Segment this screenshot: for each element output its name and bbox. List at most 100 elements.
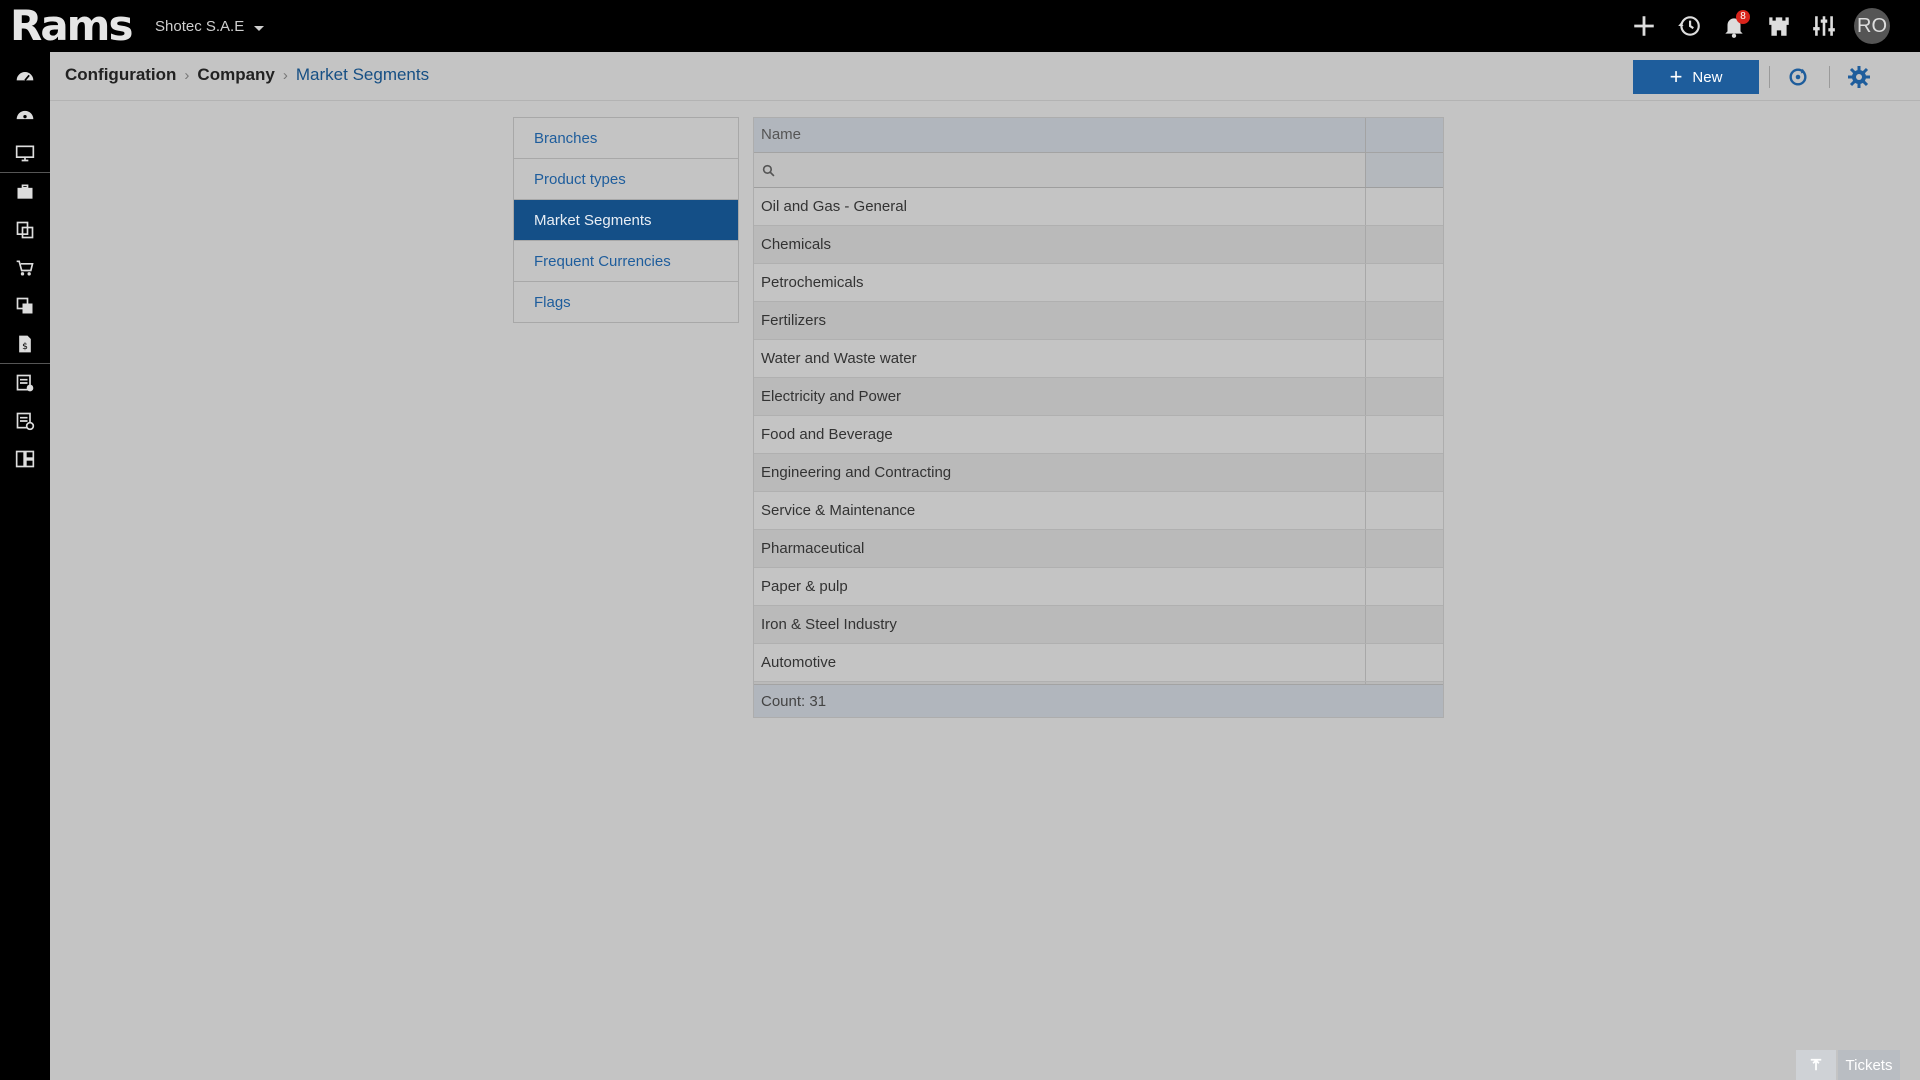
menu-item-product-types[interactable]: Product types — [514, 159, 738, 200]
row-name-cell: Service & Maintenance — [754, 492, 1366, 529]
new-button-label: New — [1692, 68, 1723, 86]
row-actions-cell — [1366, 492, 1443, 529]
row-actions-cell — [1366, 644, 1443, 681]
report-check-icon — [16, 374, 34, 392]
grid-rows[interactable]: Oil and Gas - General Chemicals Petrochemi… — [754, 188, 1443, 684]
tickets-button[interactable]: Tickets — [1838, 1050, 1900, 1080]
notification-badge: 8 — [1736, 10, 1750, 24]
menu-item-flags[interactable]: Flags — [514, 282, 738, 322]
sliders-icon — [1812, 16, 1835, 36]
header-divider — [1769, 66, 1770, 88]
documents-icon — [16, 221, 34, 239]
refresh-button[interactable] — [1785, 64, 1811, 90]
menu-item-market-segments[interactable]: Market Segments — [514, 200, 738, 241]
sidebar-item-grid-layout[interactable] — [0, 440, 50, 478]
castle-button[interactable] — [1756, 0, 1801, 52]
settings-button[interactable] — [1846, 64, 1872, 90]
grid-filter-row — [754, 153, 1443, 188]
sidebar-item-documents[interactable] — [0, 211, 50, 249]
row-actions-cell — [1366, 606, 1443, 643]
grid-layout-icon — [15, 450, 35, 468]
table-row[interactable]: Paper & pulp — [754, 568, 1443, 606]
row-actions-cell — [1366, 454, 1443, 491]
report-settings-icon — [16, 412, 35, 431]
row-name-cell: Engineering and Contracting — [754, 454, 1366, 491]
company-selector[interactable]: Shotec S.A.E — [155, 18, 265, 35]
new-button[interactable]: + New — [1633, 60, 1759, 94]
dashboard-icon — [16, 72, 34, 81]
top-actions: 8 RO — [1621, 0, 1920, 52]
tickets-toggle-button[interactable] — [1796, 1050, 1836, 1080]
castle-icon — [1768, 17, 1789, 36]
row-actions-cell — [1366, 568, 1443, 605]
app-logo[interactable]: Rams — [10, 1, 133, 50]
sidebar-item-transfer[interactable] — [0, 287, 50, 325]
sidebar-item-dashboard[interactable] — [0, 58, 50, 96]
row-actions-cell — [1366, 378, 1443, 415]
expand-icon — [1810, 1058, 1822, 1071]
breadcrumb-configuration[interactable]: Configuration — [65, 65, 176, 85]
transfer-icon — [16, 297, 33, 314]
column-header-actions — [1366, 118, 1443, 152]
grid-header: Name — [754, 118, 1443, 153]
history-button[interactable] — [1666, 0, 1711, 52]
menu-item-frequent-currencies[interactable]: Frequent Currencies — [514, 241, 738, 282]
config-menu: Branches Product types Market Segments F… — [513, 117, 739, 323]
table-row[interactable]: Engineering and Contracting — [754, 454, 1443, 492]
row-name-cell: Water and Waste water — [754, 340, 1366, 377]
history-icon — [1677, 16, 1700, 36]
filter-cell — [754, 153, 1366, 187]
notifications-button[interactable]: 8 — [1711, 0, 1756, 52]
table-row[interactable]: Electricity and Power — [754, 378, 1443, 416]
sidebar-item-monitor[interactable] — [0, 134, 50, 172]
row-actions-cell — [1366, 264, 1443, 301]
table-row[interactable]: Water and Waste water — [754, 340, 1443, 378]
invoice-icon: $ — [19, 335, 31, 353]
search-icon — [762, 164, 775, 176]
table-row[interactable]: Fertilizers — [754, 302, 1443, 340]
table-row[interactable]: Automotive — [754, 644, 1443, 682]
row-actions-cell — [1366, 302, 1443, 339]
logo-text: Rams — [10, 1, 133, 50]
chevron-down-icon — [254, 26, 265, 31]
menu-item-branches[interactable]: Branches — [514, 118, 738, 159]
tickets-widget: Tickets — [1796, 1050, 1900, 1080]
row-name-cell: Electricity and Power — [754, 378, 1366, 415]
monitor-icon — [15, 145, 35, 162]
breadcrumb-company[interactable]: Company — [197, 65, 274, 85]
avatar[interactable]: RO — [1854, 8, 1890, 44]
table-row[interactable]: Service & Maintenance — [754, 492, 1443, 530]
table-row[interactable]: Petrochemicals — [754, 264, 1443, 302]
page-header: Configuration › Company › Market Segment… — [50, 52, 1920, 101]
table-row[interactable]: Oil and Gas - General — [754, 188, 1443, 226]
briefcase-icon — [17, 184, 33, 199]
sidebar-item-report-settings[interactable] — [0, 402, 50, 440]
row-name-cell: Petrochemicals — [754, 264, 1366, 301]
sidebar-item-report-check[interactable] — [0, 364, 50, 402]
sidebar-item-gauge[interactable] — [0, 96, 50, 134]
cart-icon — [16, 260, 34, 276]
table-row[interactable]: Food and Beverage — [754, 416, 1443, 454]
row-name-cell: Oil and Gas - General — [754, 188, 1366, 225]
chevron-right-icon: › — [184, 66, 190, 84]
company-name: Shotec S.A.E — [155, 18, 245, 35]
add-button[interactable] — [1621, 0, 1666, 52]
chevron-right-icon: › — [282, 66, 288, 84]
breadcrumb: Configuration › Company › Market Segment… — [65, 65, 429, 85]
sidebar-item-briefcase[interactable] — [0, 173, 50, 211]
settings-sliders-button[interactable] — [1801, 0, 1846, 52]
grid-footer: Count: 31 — [754, 684, 1443, 717]
table-row[interactable]: Chemicals — [754, 226, 1443, 264]
row-name-cell: Fertilizers — [754, 302, 1366, 339]
table-row[interactable]: Iron & Steel Industry — [754, 606, 1443, 644]
row-actions-cell — [1366, 416, 1443, 453]
filter-actions-cell — [1366, 153, 1443, 187]
table-row[interactable]: Pharmaceutical — [754, 530, 1443, 568]
sidebar-item-invoice[interactable]: $ — [0, 325, 50, 363]
sidebar: $ — [0, 52, 50, 1080]
row-name-cell: Food and Beverage — [754, 416, 1366, 453]
search-input[interactable] — [781, 161, 1345, 179]
column-header-name[interactable]: Name — [754, 118, 1366, 152]
sidebar-item-cart[interactable] — [0, 249, 50, 287]
refresh-icon — [1789, 68, 1807, 86]
